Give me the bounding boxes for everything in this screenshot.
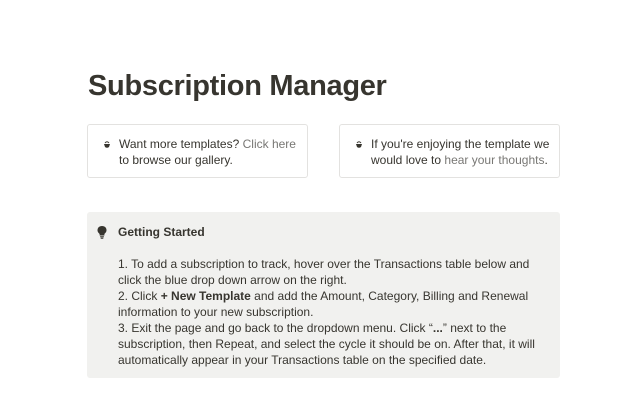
- bowl-icon: [353, 138, 365, 150]
- feedback-link[interactable]: hear your thoughts: [444, 153, 544, 167]
- more-options-label: ...: [432, 321, 443, 335]
- getting-started-steps: 1. To add a subscription to track, hover…: [118, 256, 548, 368]
- step-2: 2. Click + New Template and add the Amou…: [118, 288, 548, 320]
- callout-text: .: [544, 153, 548, 167]
- step-3-text: 3. Exit the page and go back to the drop…: [118, 321, 433, 335]
- step-2-text: 2. Click: [118, 289, 161, 303]
- callout-text: to browse our gallery.: [119, 153, 233, 167]
- templates-callout-text: Want more templates? Click here to brows…: [119, 136, 299, 168]
- page-title: Subscription Manager: [88, 70, 387, 102]
- step-3: 3. Exit the page and go back to the drop…: [118, 320, 548, 368]
- getting-started-heading: Getting Started: [118, 225, 205, 239]
- feedback-callout-text: If you're enjoying the template we would…: [371, 136, 551, 168]
- callout-text: Want more templates?: [119, 137, 243, 151]
- templates-callout: Want more templates? Click here to brows…: [87, 124, 308, 178]
- new-template-label: + New Template: [160, 289, 251, 303]
- lightbulb-icon: [96, 225, 108, 239]
- getting-started-callout: Getting Started 1. To add a subscription…: [87, 212, 560, 378]
- feedback-callout: If you're enjoying the template we would…: [339, 124, 560, 178]
- bowl-icon: [101, 138, 113, 150]
- step-1: 1. To add a subscription to track, hover…: [118, 257, 530, 287]
- gallery-link[interactable]: Click here: [243, 137, 296, 151]
